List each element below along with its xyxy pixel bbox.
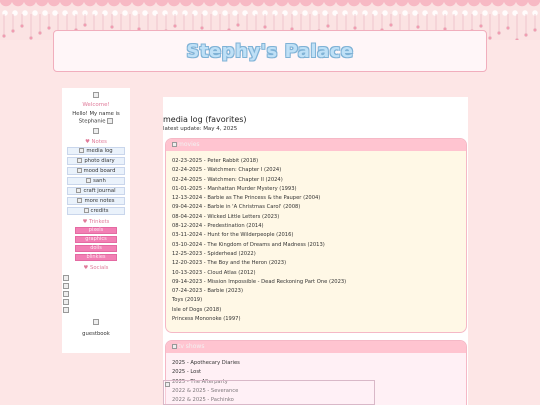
movie-entry: 02-24-2025 - Watchmen: Chapter II (2024): [172, 176, 283, 183]
site-title-box: Stephy's Palace: [53, 30, 487, 72]
intro-text: Hello! My name is Stephanie: [62, 111, 130, 126]
avatar-image-icon: [93, 92, 99, 98]
movie-entry: 02-23-2025 - Peter Rabbit (2018): [172, 158, 259, 164]
nav-label: craft journal: [83, 187, 116, 194]
movie-entry: 12-25-2023 - Spiderhead (2022): [172, 250, 256, 257]
nav-mood-board-button[interactable]: mood board: [67, 166, 125, 175]
movies-list: 02-23-2025 - Peter Rabbit (2018) 02-24-20…: [166, 151, 466, 324]
nav-bullet-icon: [76, 187, 82, 193]
nav-bullet-icon: [77, 197, 83, 203]
nav-more-notes-button[interactable]: more notes: [67, 196, 125, 205]
movie-entry: 03-11-2024 - Hunt for the Wilderpeople (…: [172, 232, 294, 239]
movie-entry: Princess Mononoke (1997): [172, 316, 241, 323]
nav-bullet-icon: [79, 147, 85, 153]
social-badge-icon[interactable]: [63, 282, 69, 289]
last-updated-text: latest update: May 4, 2025: [163, 126, 238, 132]
nav-bullet-icon: [76, 167, 82, 173]
movies-panel-header: movies: [166, 139, 466, 151]
nav-label: mood board: [83, 167, 116, 174]
sidebar: Welcome! Hello! My name is Stephanie ♥ N…: [62, 88, 130, 353]
nav-bullet-icon: [77, 157, 83, 163]
movie-entry: 08-12-2024 - Predestination (2014): [172, 223, 264, 230]
intro-sticker-icon: [107, 117, 114, 124]
movie-entry: 03-10-2024 - The Kingdom of Dreams and M…: [172, 241, 325, 248]
trinket-graphics-button[interactable]: graphics: [75, 235, 117, 243]
site-title: Stephy's Palace: [186, 40, 354, 62]
nav-label: media log: [86, 147, 113, 154]
tv-show-entry: 2025 - Apothecary Diaries: [172, 360, 240, 366]
welcome-text: Welcome!: [82, 101, 110, 108]
movies-panel: movies 02-23-2025 - Peter Rabbit (2018) 0…: [165, 138, 467, 333]
movie-entry: 07-24-2023 - Barbie (2023): [172, 288, 244, 295]
nav-label: sanh: [93, 177, 106, 184]
social-badge-icon[interactable]: [63, 298, 69, 305]
movie-entry: 10-13-2023 - Cloud Atlas (2012): [172, 269, 256, 276]
movies-header-image-icon: [172, 142, 177, 147]
movies-panel-title: movies: [178, 141, 200, 148]
tv-shows-panel-header: tv shows: [166, 341, 466, 353]
nav-photo-diary-button[interactable]: photo diary: [67, 156, 125, 165]
movie-entry: 12-13-2024 - Barbie as The Princess & th…: [172, 195, 321, 202]
floating-image-frame: [163, 380, 375, 405]
trinket-dolls-button[interactable]: dolls: [75, 244, 117, 252]
main-content: media log (favorites) latest update: May…: [163, 97, 468, 405]
trinket-blinkies-button[interactable]: blinkies: [75, 253, 117, 261]
social-badge-icon[interactable]: [63, 274, 69, 281]
movie-entry: 09-04-2024 - Barbie in 'A Christmas Caro…: [172, 204, 301, 211]
movie-entry: Toys (2019): [172, 297, 203, 304]
nav-craft-journal-button[interactable]: craft journal: [67, 186, 125, 195]
movie-entry: 01-01-2025 - Manhattan Murder Mystery (1…: [172, 185, 297, 192]
tv-header-image-icon: [172, 344, 177, 349]
social-badges: [62, 274, 130, 313]
tv-shows-panel-title: tv shows: [178, 343, 205, 350]
movie-entry: 08-04-2024 - Wicked Little Letters (2023…: [172, 213, 280, 220]
page-title: media log (favorites): [163, 115, 247, 124]
nav-label: more notes: [84, 197, 115, 204]
movie-entry: 02-24-2025 - Watchmen: Chapter I (2024): [172, 167, 282, 174]
movie-entry: Isle of Dogs (2018): [172, 306, 222, 313]
guestbook-link[interactable]: guestbook: [62, 331, 130, 337]
nav-sanh-button[interactable]: sanh: [67, 176, 125, 185]
nav-bullet-icon: [83, 207, 89, 213]
notes-heading: ♥ Notes: [85, 138, 107, 145]
trinket-pixels-button[interactable]: pixels: [75, 226, 117, 234]
movie-entry: 09-14-2023 - Mission Impossible - Dead R…: [172, 278, 347, 285]
tv-show-entry: 2025 - Lost: [172, 369, 202, 376]
divider-image-icon: [93, 128, 99, 134]
nav-media-log-button[interactable]: media log: [67, 146, 125, 155]
nav-label: photo diary: [84, 157, 115, 164]
social-badge-icon[interactable]: [63, 306, 69, 313]
trinkets-heading: ♥ Trinkets: [82, 218, 110, 225]
floating-image-icon: [165, 382, 170, 387]
movie-entry: 12-20-2023 - The Boy and the Heron (2023…: [172, 260, 287, 267]
socials-heading: ♥ Socials: [83, 264, 109, 271]
nav-label: credits: [90, 207, 109, 214]
nav-credits-button[interactable]: credits: [67, 206, 125, 215]
nav-bullet-icon: [86, 177, 92, 183]
guestbook-image-icon[interactable]: [93, 318, 99, 325]
social-badge-icon[interactable]: [63, 290, 69, 297]
